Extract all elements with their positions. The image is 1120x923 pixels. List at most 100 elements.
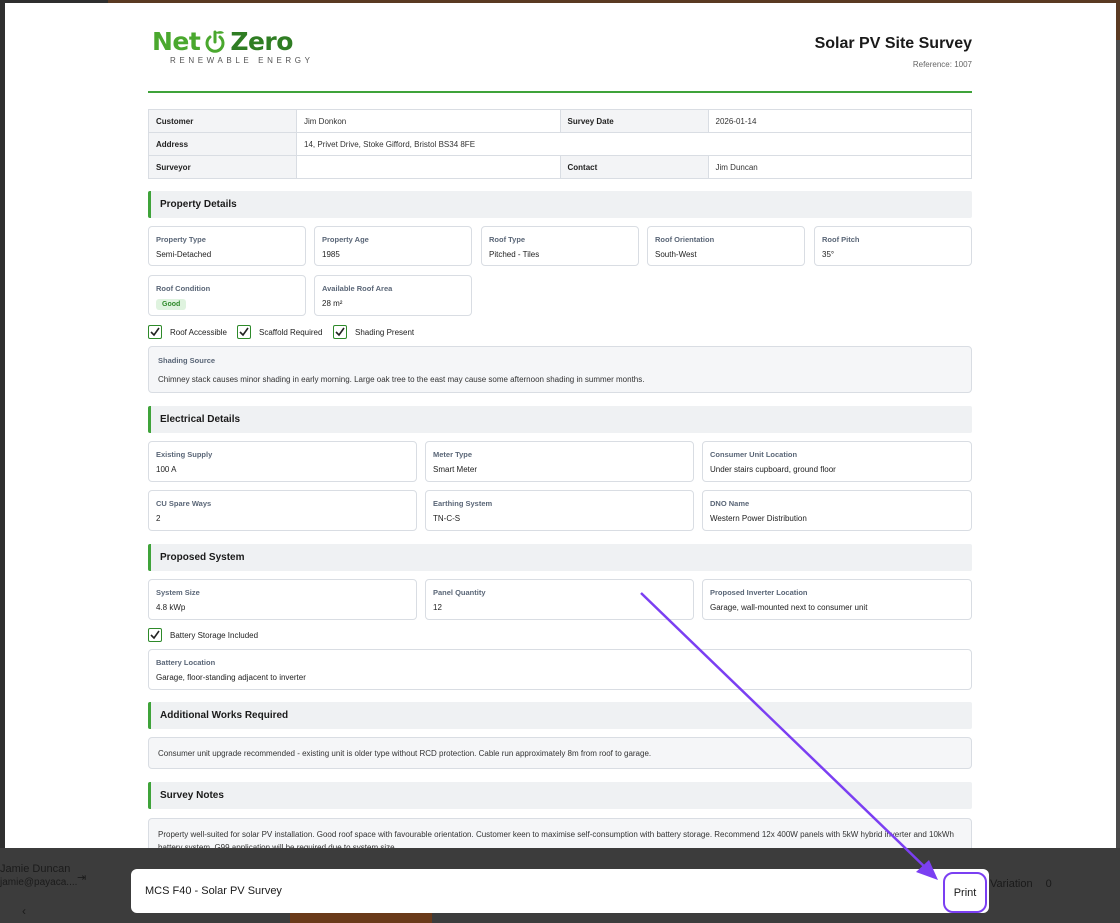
field-value: Garage, floor-standing adjacent to inver… <box>156 673 306 682</box>
existing-supply-field: Existing Supply 100 A <box>148 441 417 482</box>
proposed-system-heading: Proposed System <box>148 544 972 571</box>
checkmark-icon <box>237 325 251 339</box>
surveyor-value <box>296 155 561 179</box>
address-value: 14, Privet Drive, Stoke Gifford, Bristol… <box>296 132 972 156</box>
meter-type-field: Meter Type Smart Meter <box>425 441 694 482</box>
field-value: Pitched - Tiles <box>489 250 540 259</box>
field-label: Consumer Unit Location <box>710 450 798 459</box>
electrical-details-heading: Electrical Details <box>148 406 972 433</box>
consumer-unit-location-field: Consumer Unit Location Under stairs cupb… <box>702 441 972 482</box>
variation-label: Variation <box>990 878 1033 890</box>
roof-accessible-check: Roof Accessible <box>148 325 227 339</box>
field-label: Roof Orientation <box>655 235 715 244</box>
status-badge: Good <box>156 299 187 310</box>
battery-location-field: Battery Location Garage, floor-standing … <box>148 649 972 690</box>
table-row: Surveyor Contact Jim Duncan <box>148 155 972 179</box>
field-label: Roof Type <box>489 235 526 244</box>
shading-source-block: Shading Source Chimney stack causes mino… <box>148 346 972 393</box>
field-value: TN-C-S <box>433 514 461 523</box>
customer-label: Customer <box>148 109 297 133</box>
field-label: Existing Supply <box>156 450 213 459</box>
field-label: Property Age <box>322 235 369 244</box>
document-preview: Net Zero RENEWABLE ENERGY Solar PV Site … <box>5 3 1116 848</box>
field-label: CU Spare Ways <box>156 499 212 508</box>
user-email: jamie@payaca.... <box>0 877 78 888</box>
variation-counter: Variation 0 <box>990 878 1052 890</box>
check-label: Scaffold Required <box>259 327 323 337</box>
field-value: Chimney stack causes minor shading in ea… <box>158 375 645 384</box>
field-value: Garage, wall-mounted next to consumer un… <box>710 603 868 612</box>
additional-works-heading: Additional Works Required <box>148 702 972 729</box>
field-value: 2 <box>156 514 161 523</box>
company-logo: Net Zero RENEWABLE ENERGY <box>152 27 332 77</box>
contact-label: Contact <box>559 155 709 179</box>
field-value: Smart Meter <box>433 465 478 474</box>
header-divider <box>148 91 972 93</box>
power-icon <box>205 30 225 53</box>
contact-value: Jim Duncan <box>707 155 972 179</box>
form-title: MCS F40 - Solar PV Survey <box>145 885 282 897</box>
field-label: Meter Type <box>433 450 473 459</box>
field-label: Battery Location <box>156 658 216 667</box>
property-type-field: Property Type Semi-Detached <box>148 226 306 266</box>
logo-word-zero: Zero <box>230 27 293 56</box>
field-label: Shading Source <box>158 356 216 365</box>
table-row: Address 14, Privet Drive, Stoke Gifford,… <box>148 132 972 156</box>
scaffold-required-check: Scaffold Required <box>237 325 322 339</box>
table-row: Customer Jim Donkon Survey Date 2026-01-… <box>148 109 972 133</box>
field-label: Roof Condition <box>156 284 211 293</box>
field-label: Roof Pitch <box>822 235 860 244</box>
customer-value: Jim Donkon <box>296 109 561 133</box>
earthing-system-field: Earthing System TN-C-S <box>425 490 694 531</box>
customer-info-table: Customer Jim Donkon Survey Date 2026-01-… <box>148 109 972 179</box>
field-label: Property Type <box>156 235 206 244</box>
survey-notes-heading: Survey Notes <box>148 782 972 809</box>
roof-area-field: Available Roof Area 28 m² <box>314 275 472 316</box>
dno-name-field: DNO Name Western Power Distribution <box>702 490 972 531</box>
field-value: Semi-Detached <box>156 250 212 259</box>
field-label: Available Roof Area <box>322 284 393 293</box>
roof-pitch-field: Roof Pitch 35° <box>814 226 972 266</box>
chevron-left-icon[interactable]: ‹ <box>22 904 26 918</box>
field-value: Under stairs cupboard, ground floor <box>710 465 836 474</box>
document-title: Solar PV Site Survey <box>814 35 972 52</box>
field-value: 12 <box>433 603 442 612</box>
logo-word-net: Net <box>152 27 201 56</box>
field-label: Panel Quantity <box>433 588 486 597</box>
address-label: Address <box>148 132 297 156</box>
field-label: Earthing System <box>433 499 493 508</box>
panel-quantity-field: Panel Quantity 12 <box>425 579 694 620</box>
document-reference: Reference: 1007 <box>912 60 972 69</box>
variation-count: 0 <box>1045 878 1052 890</box>
additional-works-text: Consumer unit upgrade recommended - exis… <box>148 737 972 769</box>
checkmark-icon <box>148 628 162 642</box>
field-value: 35° <box>822 250 835 259</box>
field-label: System Size <box>156 588 200 597</box>
system-size-field: System Size 4.8 kWp <box>148 579 417 620</box>
check-label: Roof Accessible <box>170 327 227 337</box>
logo-tagline: RENEWABLE ENERGY <box>170 56 314 65</box>
survey-date-label: Survey Date <box>559 109 709 133</box>
check-label: Battery Storage Included <box>170 630 259 640</box>
field-label: DNO Name <box>710 499 750 508</box>
print-button[interactable]: Print <box>943 872 987 913</box>
check-label: Shading Present <box>355 327 415 337</box>
checkmark-icon <box>333 325 347 339</box>
field-value: 1985 <box>322 250 340 259</box>
roof-type-field: Roof Type Pitched - Tiles <box>481 226 639 266</box>
background-thumbnail <box>290 912 432 923</box>
preview-footer-bar: MCS F40 - Solar PV Survey Print <box>131 869 989 913</box>
field-value: 28 m² <box>322 299 343 308</box>
roof-orientation-field: Roof Orientation South-West <box>647 226 805 266</box>
shading-present-check: Shading Present <box>333 325 414 339</box>
property-age-field: Property Age 1985 <box>314 226 472 266</box>
cu-spare-ways-field: CU Spare Ways 2 <box>148 490 417 531</box>
logout-icon[interactable]: ⇥ <box>77 871 86 884</box>
field-value: Western Power Distribution <box>710 514 807 523</box>
survey-notes-text: Property well-suited for solar PV instal… <box>148 818 972 848</box>
field-value: South-West <box>655 250 697 259</box>
sidebar-user[interactable]: Jamie Duncan jamie@payaca.... <box>0 862 77 890</box>
field-label: Proposed Inverter Location <box>710 588 808 597</box>
surveyor-label: Surveyor <box>148 155 297 179</box>
battery-storage-check: Battery Storage Included <box>148 628 258 642</box>
